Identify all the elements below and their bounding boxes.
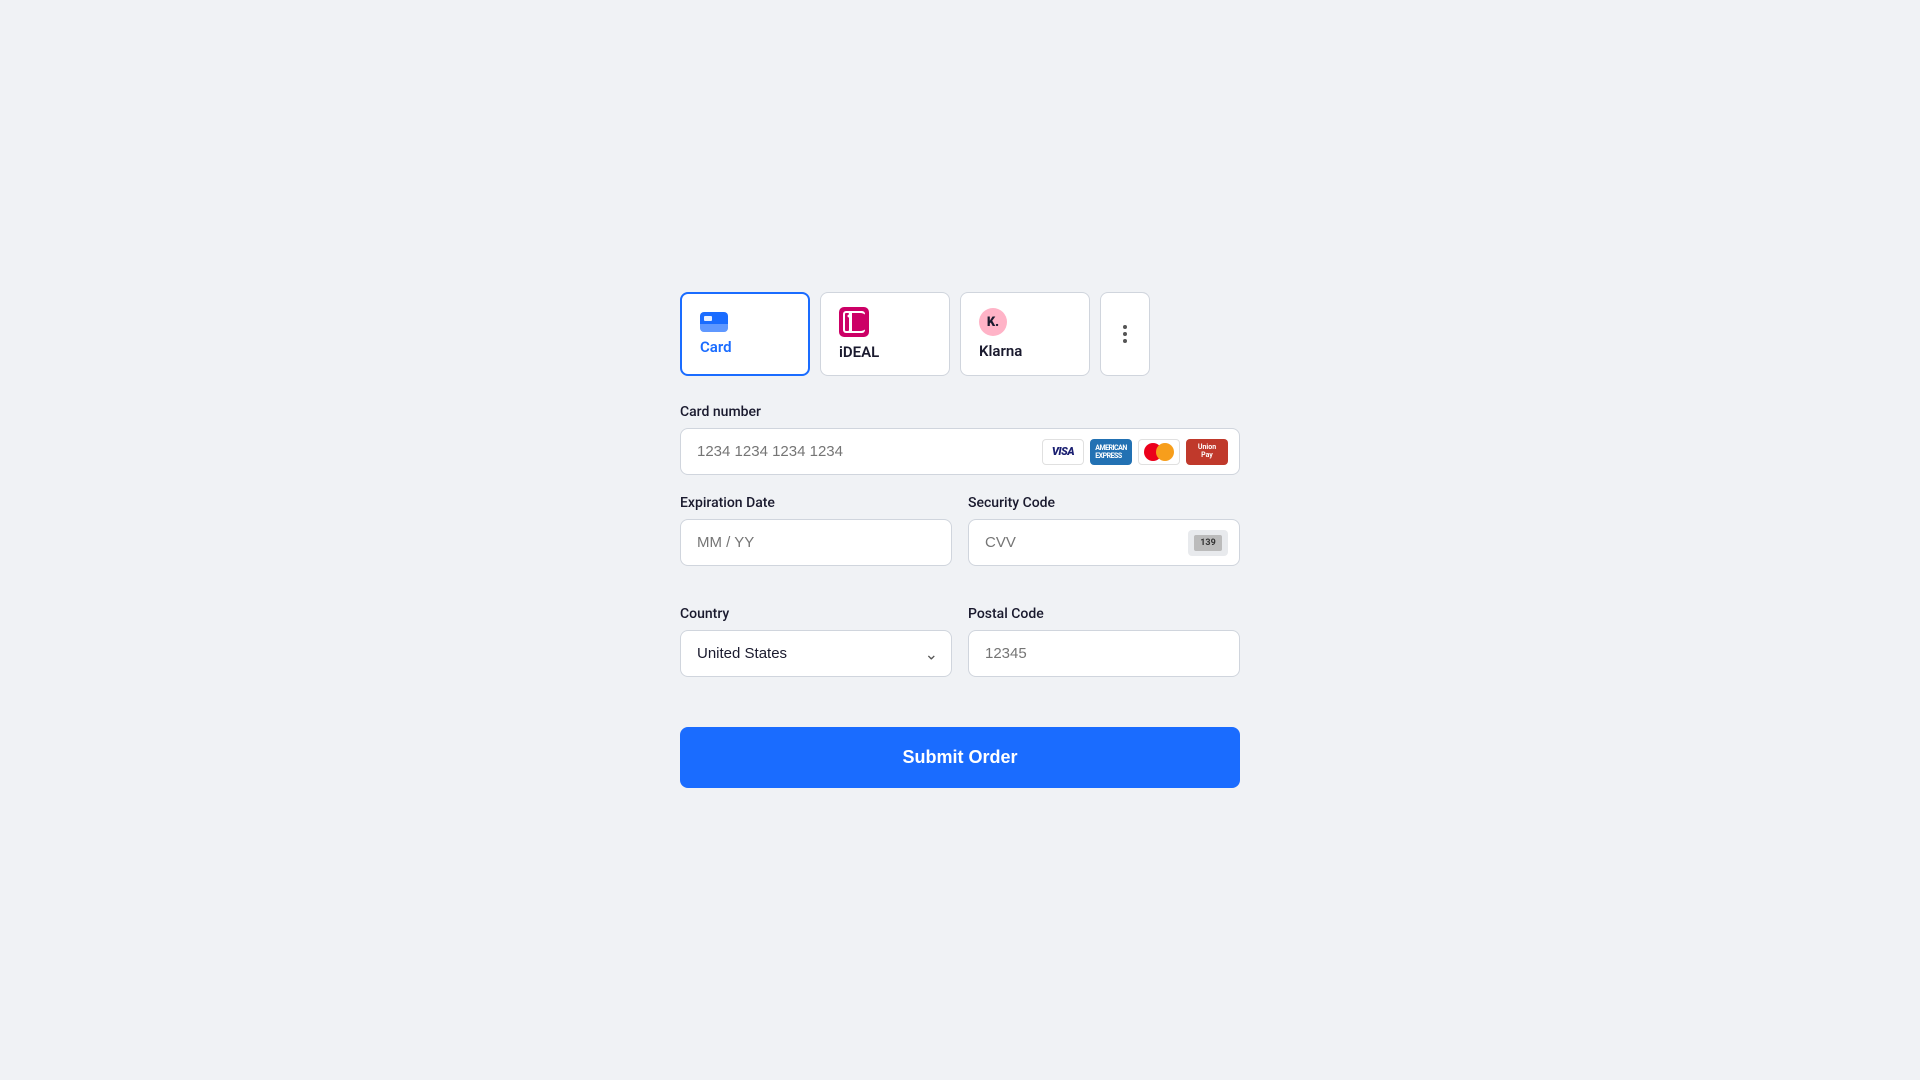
country-label: Country — [680, 606, 952, 622]
security-field: Security Code 139 — [968, 495, 1240, 566]
more-icon — [1123, 325, 1127, 343]
exp-security-row: Expiration Date Security Code 139 — [680, 495, 1240, 586]
ideal-icon — [839, 307, 869, 337]
security-label: Security Code — [968, 495, 1240, 511]
expiration-label: Expiration Date — [680, 495, 952, 511]
tab-more[interactable] — [1100, 292, 1150, 376]
security-wrapper: 139 — [968, 519, 1240, 566]
country-wrapper: United States United Kingdom Canada Aust… — [680, 630, 952, 677]
tab-card-label: Card — [700, 338, 732, 356]
country-postal-row: Country United States United Kingdom Can… — [680, 606, 1240, 697]
card-logos: VISA AMERICANEXPRESS UnionPay — [1042, 439, 1228, 465]
country-field: Country United States United Kingdom Can… — [680, 606, 952, 677]
submit-order-button[interactable]: Submit Order — [680, 727, 1240, 788]
tab-ideal[interactable]: iDEAL — [820, 292, 950, 376]
payment-tabs: Card iDEAL K. Klarna — [680, 292, 1240, 376]
postal-field: Postal Code — [968, 606, 1240, 677]
tab-klarna-label: Klarna — [979, 342, 1022, 360]
klarna-icon: K. — [979, 308, 1007, 336]
country-select[interactable]: United States United Kingdom Canada Aust… — [680, 630, 952, 677]
tab-ideal-label: iDEAL — [839, 343, 879, 361]
unionpay-logo: UnionPay — [1186, 439, 1228, 465]
visa-logo: VISA — [1042, 439, 1084, 465]
tab-klarna[interactable]: K. Klarna — [960, 292, 1090, 376]
expiration-field: Expiration Date — [680, 495, 952, 566]
card-number-label: Card number — [680, 404, 1240, 420]
payment-form: Card iDEAL K. Klarna — [660, 272, 1260, 808]
cvv-icon: 139 — [1188, 530, 1228, 556]
expiration-input[interactable] — [680, 519, 952, 566]
tab-card[interactable]: Card — [680, 292, 810, 376]
postal-label: Postal Code — [968, 606, 1240, 622]
mastercard-logo — [1138, 439, 1180, 465]
credit-card-icon — [700, 312, 728, 332]
postal-input[interactable] — [968, 630, 1240, 677]
card-number-wrapper: VISA AMERICANEXPRESS UnionPay — [680, 428, 1240, 475]
card-number-field: Card number VISA AMERICANEXPRESS UnionPa… — [680, 404, 1240, 475]
amex-logo: AMERICANEXPRESS — [1090, 439, 1132, 465]
